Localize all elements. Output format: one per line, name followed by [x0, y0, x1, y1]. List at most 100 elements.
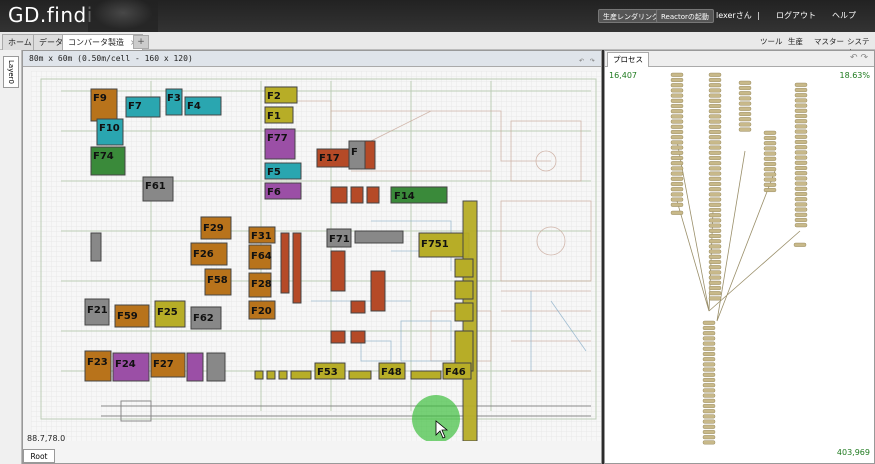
- process-node[interactable]: [708, 244, 722, 249]
- process-node[interactable]: [708, 249, 722, 254]
- process-node[interactable]: [738, 80, 752, 85]
- layer-tab[interactable]: Layer0: [3, 56, 19, 88]
- process-node[interactable]: [794, 186, 808, 191]
- help-link[interactable]: ヘルプ: [832, 9, 856, 23]
- process-node[interactable]: [794, 197, 808, 202]
- process-node[interactable]: [702, 325, 716, 330]
- process-node[interactable]: [793, 242, 807, 247]
- process-node[interactable]: [738, 112, 752, 117]
- process-node[interactable]: [702, 440, 716, 445]
- process-node[interactable]: [670, 88, 684, 93]
- new-tab-button[interactable]: +: [133, 35, 149, 49]
- process-node[interactable]: [708, 207, 722, 212]
- process-node[interactable]: [738, 91, 752, 96]
- process-node[interactable]: [794, 207, 808, 212]
- process-node[interactable]: [702, 320, 716, 325]
- process-node[interactable]: [702, 372, 716, 377]
- process-node[interactable]: [708, 197, 722, 202]
- process-node[interactable]: [702, 424, 716, 429]
- process-node[interactable]: [670, 77, 684, 82]
- menu-tool[interactable]: ツール: [760, 36, 783, 47]
- process-node[interactable]: [708, 239, 722, 244]
- process-node[interactable]: [708, 192, 722, 197]
- process-node[interactable]: [708, 93, 722, 98]
- process-node[interactable]: [708, 285, 722, 290]
- process-node[interactable]: [738, 106, 752, 111]
- process-node[interactable]: [670, 192, 684, 197]
- process-node[interactable]: [738, 85, 752, 90]
- process-node[interactable]: [794, 108, 808, 113]
- process-node[interactable]: [702, 393, 716, 398]
- process-node[interactable]: [708, 270, 722, 275]
- process-node[interactable]: [702, 419, 716, 424]
- process-node[interactable]: [670, 210, 684, 215]
- undo-redo-icons[interactable]: ↶ ↷: [850, 53, 868, 63]
- process-node[interactable]: [794, 82, 808, 87]
- process-node[interactable]: [670, 119, 684, 124]
- process-node[interactable]: [702, 409, 716, 414]
- process-node[interactable]: [708, 218, 722, 223]
- process-node[interactable]: [794, 191, 808, 196]
- process-node[interactable]: [708, 83, 722, 88]
- process-node[interactable]: [708, 77, 722, 82]
- tab-process[interactable]: プロセス: [607, 52, 649, 67]
- process-node[interactable]: [708, 223, 722, 228]
- process-node[interactable]: [763, 167, 777, 172]
- process-node[interactable]: [738, 127, 752, 132]
- tab-converter-manufacturing[interactable]: コンバータ製造×: [62, 34, 143, 51]
- process-node[interactable]: [794, 176, 808, 181]
- process-node[interactable]: [708, 171, 722, 176]
- process-node[interactable]: [670, 114, 684, 119]
- process-node[interactable]: [763, 151, 777, 156]
- process-node[interactable]: [763, 182, 777, 187]
- process-node[interactable]: [794, 145, 808, 150]
- process-node[interactable]: [708, 296, 722, 301]
- process-node[interactable]: [763, 161, 777, 166]
- menu-production[interactable]: 生産: [788, 36, 803, 47]
- process-node[interactable]: [670, 130, 684, 135]
- process-node[interactable]: [670, 166, 684, 171]
- process-node[interactable]: [708, 166, 722, 171]
- process-node[interactable]: [708, 259, 722, 264]
- process-node[interactable]: [708, 130, 722, 135]
- process-node[interactable]: [702, 388, 716, 393]
- process-node[interactable]: [670, 140, 684, 145]
- process-node[interactable]: [738, 117, 752, 122]
- process-node[interactable]: [702, 362, 716, 367]
- process-node[interactable]: [670, 181, 684, 186]
- process-node[interactable]: [763, 135, 777, 140]
- process-node[interactable]: [670, 93, 684, 98]
- process-node[interactable]: [670, 72, 684, 77]
- process-node[interactable]: [708, 254, 722, 259]
- reactor-launch-button[interactable]: Reactorの起動: [656, 9, 714, 23]
- process-node[interactable]: [670, 197, 684, 202]
- process-node[interactable]: [763, 130, 777, 135]
- process-node[interactable]: [708, 88, 722, 93]
- process-node[interactable]: [794, 181, 808, 186]
- process-node[interactable]: [702, 398, 716, 403]
- process-node[interactable]: [794, 114, 808, 119]
- process-node[interactable]: [670, 135, 684, 140]
- logout-link[interactable]: ログアウト: [776, 9, 816, 23]
- process-node[interactable]: [794, 119, 808, 124]
- process-node[interactable]: [763, 141, 777, 146]
- app-logo[interactable]: GD.findi: [8, 3, 93, 27]
- process-node[interactable]: [702, 341, 716, 346]
- process-node[interactable]: [794, 160, 808, 165]
- process-node[interactable]: [708, 202, 722, 207]
- process-node[interactable]: [794, 223, 808, 228]
- process-node[interactable]: [708, 135, 722, 140]
- process-node[interactable]: [708, 291, 722, 296]
- process-node[interactable]: [738, 96, 752, 101]
- process-node[interactable]: [708, 150, 722, 155]
- process-node[interactable]: [670, 104, 684, 109]
- process-node[interactable]: [794, 124, 808, 129]
- process-node[interactable]: [670, 109, 684, 114]
- process-node[interactable]: [708, 181, 722, 186]
- process-node[interactable]: [702, 383, 716, 388]
- process-node[interactable]: [708, 119, 722, 124]
- process-node[interactable]: [708, 213, 722, 218]
- process-node[interactable]: [670, 176, 684, 181]
- process-node[interactable]: [794, 155, 808, 160]
- process-node[interactable]: [670, 150, 684, 155]
